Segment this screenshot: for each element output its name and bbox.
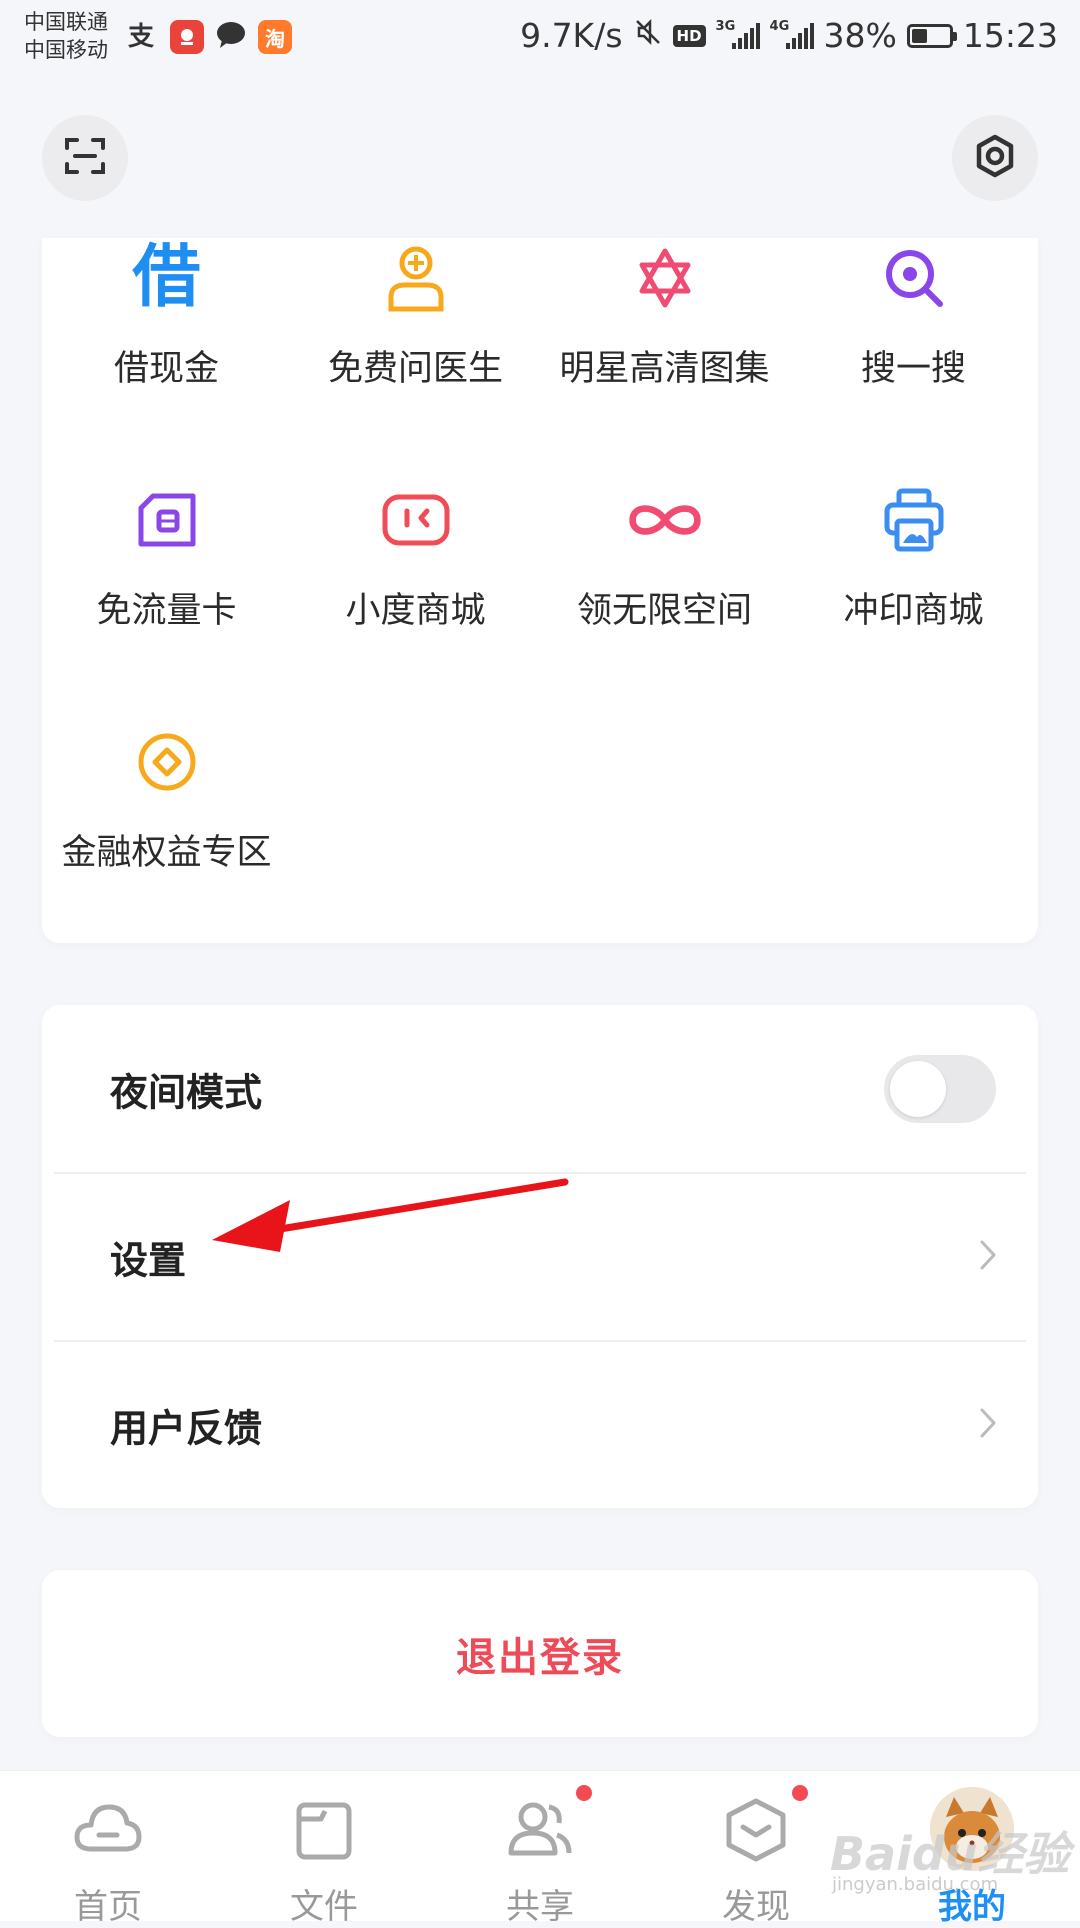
xiaodu-shop-icon bbox=[376, 480, 456, 560]
grid-item-label: 借现金 bbox=[113, 349, 219, 389]
grid-item-label: 领无限空间 bbox=[576, 591, 752, 631]
watermark-url: jingyan.baidu.com bbox=[832, 1874, 999, 1895]
logout-label: 退出登录 bbox=[456, 1634, 624, 1681]
settings-row[interactable]: 设置 bbox=[42, 1173, 1038, 1340]
grid-item-doctor[interactable]: 免费问医生 bbox=[291, 238, 540, 391]
share-people-icon bbox=[505, 1797, 575, 1863]
jd-icon bbox=[170, 20, 204, 54]
battery-icon bbox=[906, 23, 957, 48]
grid-item-star-gallery[interactable]: 明星高清图集 bbox=[540, 238, 789, 391]
grid-item-label: 搜一搜 bbox=[860, 349, 966, 389]
mute-icon bbox=[633, 16, 663, 55]
nav-home[interactable]: 首页 bbox=[0, 1771, 216, 1927]
folder-icon bbox=[289, 1797, 359, 1863]
nav-label: 首页 bbox=[74, 1887, 142, 1927]
hd-badge: HD bbox=[672, 24, 706, 47]
scan-button[interactable] bbox=[42, 115, 128, 201]
message-icon bbox=[214, 18, 248, 56]
clock: 15:23 bbox=[962, 16, 1058, 55]
grid-item-xiaodu-shop[interactable]: 小度商城 bbox=[291, 480, 540, 633]
night-mode-toggle[interactable] bbox=[884, 1054, 996, 1123]
star-gallery-icon bbox=[625, 238, 705, 318]
menu-card: 夜间模式 设置 用户反馈 bbox=[42, 1005, 1038, 1508]
status-right: 9.7K/s HD 3G 4G 38% 15:23 bbox=[520, 16, 1058, 55]
chevron-right-icon bbox=[978, 1406, 998, 1444]
taobao-icon: 淘 bbox=[258, 20, 292, 54]
grid-item-finance[interactable]: 金融权益专区 bbox=[42, 722, 291, 875]
signal-4g-label: 4G bbox=[769, 18, 790, 34]
hexagon-settings-icon bbox=[972, 133, 1018, 183]
grid-item-label: 冲印商城 bbox=[843, 591, 984, 631]
cloud-home-icon bbox=[73, 1797, 143, 1863]
grid-item-sim-card[interactable]: 免流量卡 bbox=[42, 480, 291, 633]
discover-box-icon bbox=[721, 1797, 791, 1863]
grid-item-label: 金融权益专区 bbox=[61, 833, 272, 873]
grid-item-label: 免流量卡 bbox=[96, 591, 237, 631]
coin-icon bbox=[127, 722, 207, 802]
night-mode-row[interactable]: 夜间模式 bbox=[42, 1005, 1038, 1172]
signal-3g-label: 3G bbox=[715, 18, 736, 34]
battery-percent: 38% bbox=[823, 16, 897, 55]
status-bar: 中国联通 中国移动 支 淘 9.7K/s HD 3G 4G 38% 15:23 bbox=[0, 0, 1080, 78]
grid-item-printer[interactable]: 冲印商城 bbox=[789, 480, 1038, 633]
grid-item-label: 小度商城 bbox=[345, 591, 486, 631]
nav-label: 共享 bbox=[506, 1887, 574, 1927]
carrier-1: 中国联通 bbox=[24, 10, 108, 34]
grid-item-label: 明星高清图集 bbox=[559, 349, 770, 389]
doctor-icon bbox=[376, 238, 456, 318]
svg-text:支: 支 bbox=[128, 22, 154, 52]
nav-files[interactable]: 文件 bbox=[216, 1771, 432, 1927]
grid-item-search[interactable]: 搜一搜 bbox=[789, 238, 1038, 391]
settings-button[interactable] bbox=[952, 115, 1038, 201]
printer-icon bbox=[874, 480, 954, 560]
logout-button[interactable]: 退出登录 bbox=[42, 1570, 1038, 1737]
feedback-row[interactable]: 用户反馈 bbox=[42, 1341, 1038, 1508]
scan-icon bbox=[63, 134, 107, 182]
feedback-label: 用户反馈 bbox=[110, 1406, 263, 1450]
notification-icons: 支 淘 bbox=[126, 18, 292, 56]
night-mode-label: 夜间模式 bbox=[110, 1070, 263, 1114]
sim-card-icon bbox=[127, 480, 207, 560]
grid-item-borrow[interactable]: 借 借现金 bbox=[42, 238, 291, 391]
grid-item-label: 免费问医生 bbox=[327, 349, 503, 389]
alipay-icon: 支 bbox=[126, 18, 160, 56]
chevron-right-icon bbox=[978, 1238, 998, 1276]
net-speed: 9.7K/s bbox=[520, 16, 623, 55]
notification-dot bbox=[792, 1785, 808, 1801]
carrier-info: 中国联通 中国移动 bbox=[24, 8, 108, 64]
settings-label: 设置 bbox=[110, 1238, 187, 1282]
infinity-icon bbox=[625, 480, 705, 560]
carrier-2: 中国移动 bbox=[24, 38, 108, 62]
nav-label: 文件 bbox=[290, 1887, 358, 1927]
services-grid-card: 借 借现金 免费问医生 明星高清图集 搜一搜 免流量卡 小度商城 领无限空间 冲… bbox=[42, 238, 1038, 943]
nav-share[interactable]: 共享 bbox=[432, 1771, 648, 1927]
borrow-icon: 借 bbox=[132, 238, 201, 317]
notification-dot bbox=[576, 1785, 592, 1801]
signal-4g-icon: 4G bbox=[770, 19, 814, 49]
grid-item-infinity[interactable]: 领无限空间 bbox=[540, 480, 789, 633]
signal-3g-icon: 3G bbox=[716, 19, 760, 49]
search-icon bbox=[874, 238, 954, 318]
